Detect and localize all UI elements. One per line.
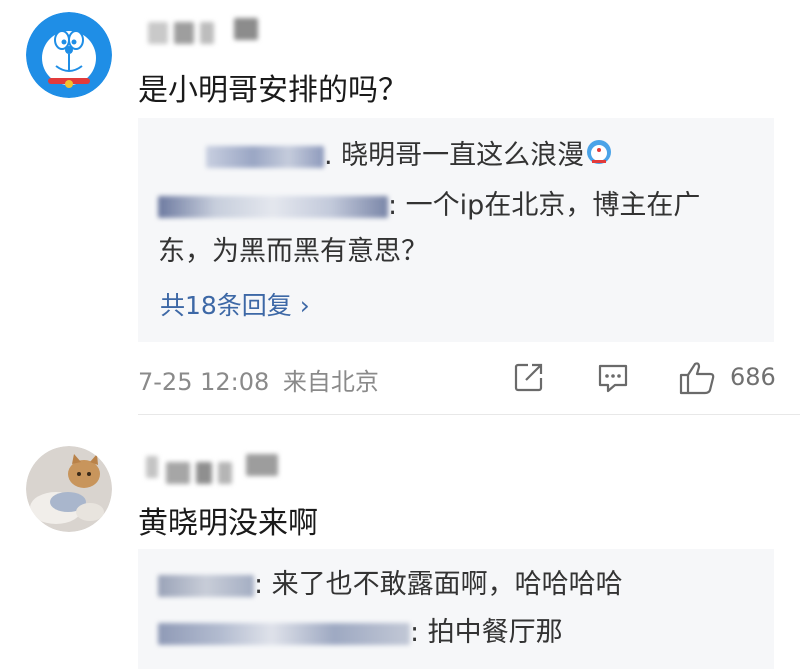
reply-username-blurred xyxy=(206,145,324,168)
user-avatar[interactable] xyxy=(26,12,112,98)
comment-button[interactable] xyxy=(596,360,630,398)
username-blurred[interactable] xyxy=(142,454,292,484)
reply-username-blurred xyxy=(158,195,388,218)
divider xyxy=(138,414,800,415)
doraemon-icon xyxy=(26,12,112,98)
comment-meta: 7-25 12:08 来自北京 xyxy=(138,362,379,397)
cat-icon xyxy=(26,446,112,532)
reply-item[interactable]: : 一个ip在北京，博主在广 xyxy=(158,184,756,228)
location: 来自北京 xyxy=(282,368,379,396)
user-avatar[interactable] xyxy=(26,446,112,532)
like-count: 686 xyxy=(730,363,776,391)
reply-box[interactable]: . 晓明哥一直这么浪漫 : 一个ip在北京，博主在广 东，为黑而黑有意思？ 共1… xyxy=(138,118,774,342)
reply-box[interactable]: : 来了也不敢露面啊，哈哈哈哈 : 拍中餐厅那 xyxy=(138,549,774,669)
doraemon-emoji-icon xyxy=(586,135,612,179)
reply-username-blurred xyxy=(158,574,254,597)
timestamp: 7-25 12:08 xyxy=(138,368,270,396)
reply-item[interactable]: . 晓明哥一直这么浪漫 xyxy=(158,134,756,179)
thumbs-up-icon xyxy=(679,362,715,395)
reply-continuation: 东，为黑而黑有意思？ xyxy=(158,236,428,267)
comment-text: 是小明哥安排的吗？ xyxy=(138,73,408,108)
comment-icon xyxy=(598,364,628,393)
reply-item[interactable]: : 来了也不敢露面啊，哈哈哈哈 xyxy=(158,563,756,607)
share-button[interactable] xyxy=(512,360,546,398)
share-icon xyxy=(514,363,543,392)
like-button[interactable] xyxy=(678,360,716,400)
reply-username-blurred xyxy=(158,622,410,645)
view-replies-link[interactable]: 共18条回复 › xyxy=(160,286,310,322)
username-blurred[interactable] xyxy=(142,18,292,44)
comment-item: 是小明哥安排的吗？ . 晓明哥一直这么浪漫 : 一个ip在北京，博主在广 东，为… xyxy=(0,0,800,415)
comment-item: 黄晓明没来啊 : 来了也不敢露面啊，哈哈哈哈 : 拍中餐厅那 xyxy=(0,418,800,669)
reply-item[interactable]: : 拍中餐厅那 xyxy=(158,611,756,655)
comment-text: 黄晓明没来啊 xyxy=(138,506,318,541)
